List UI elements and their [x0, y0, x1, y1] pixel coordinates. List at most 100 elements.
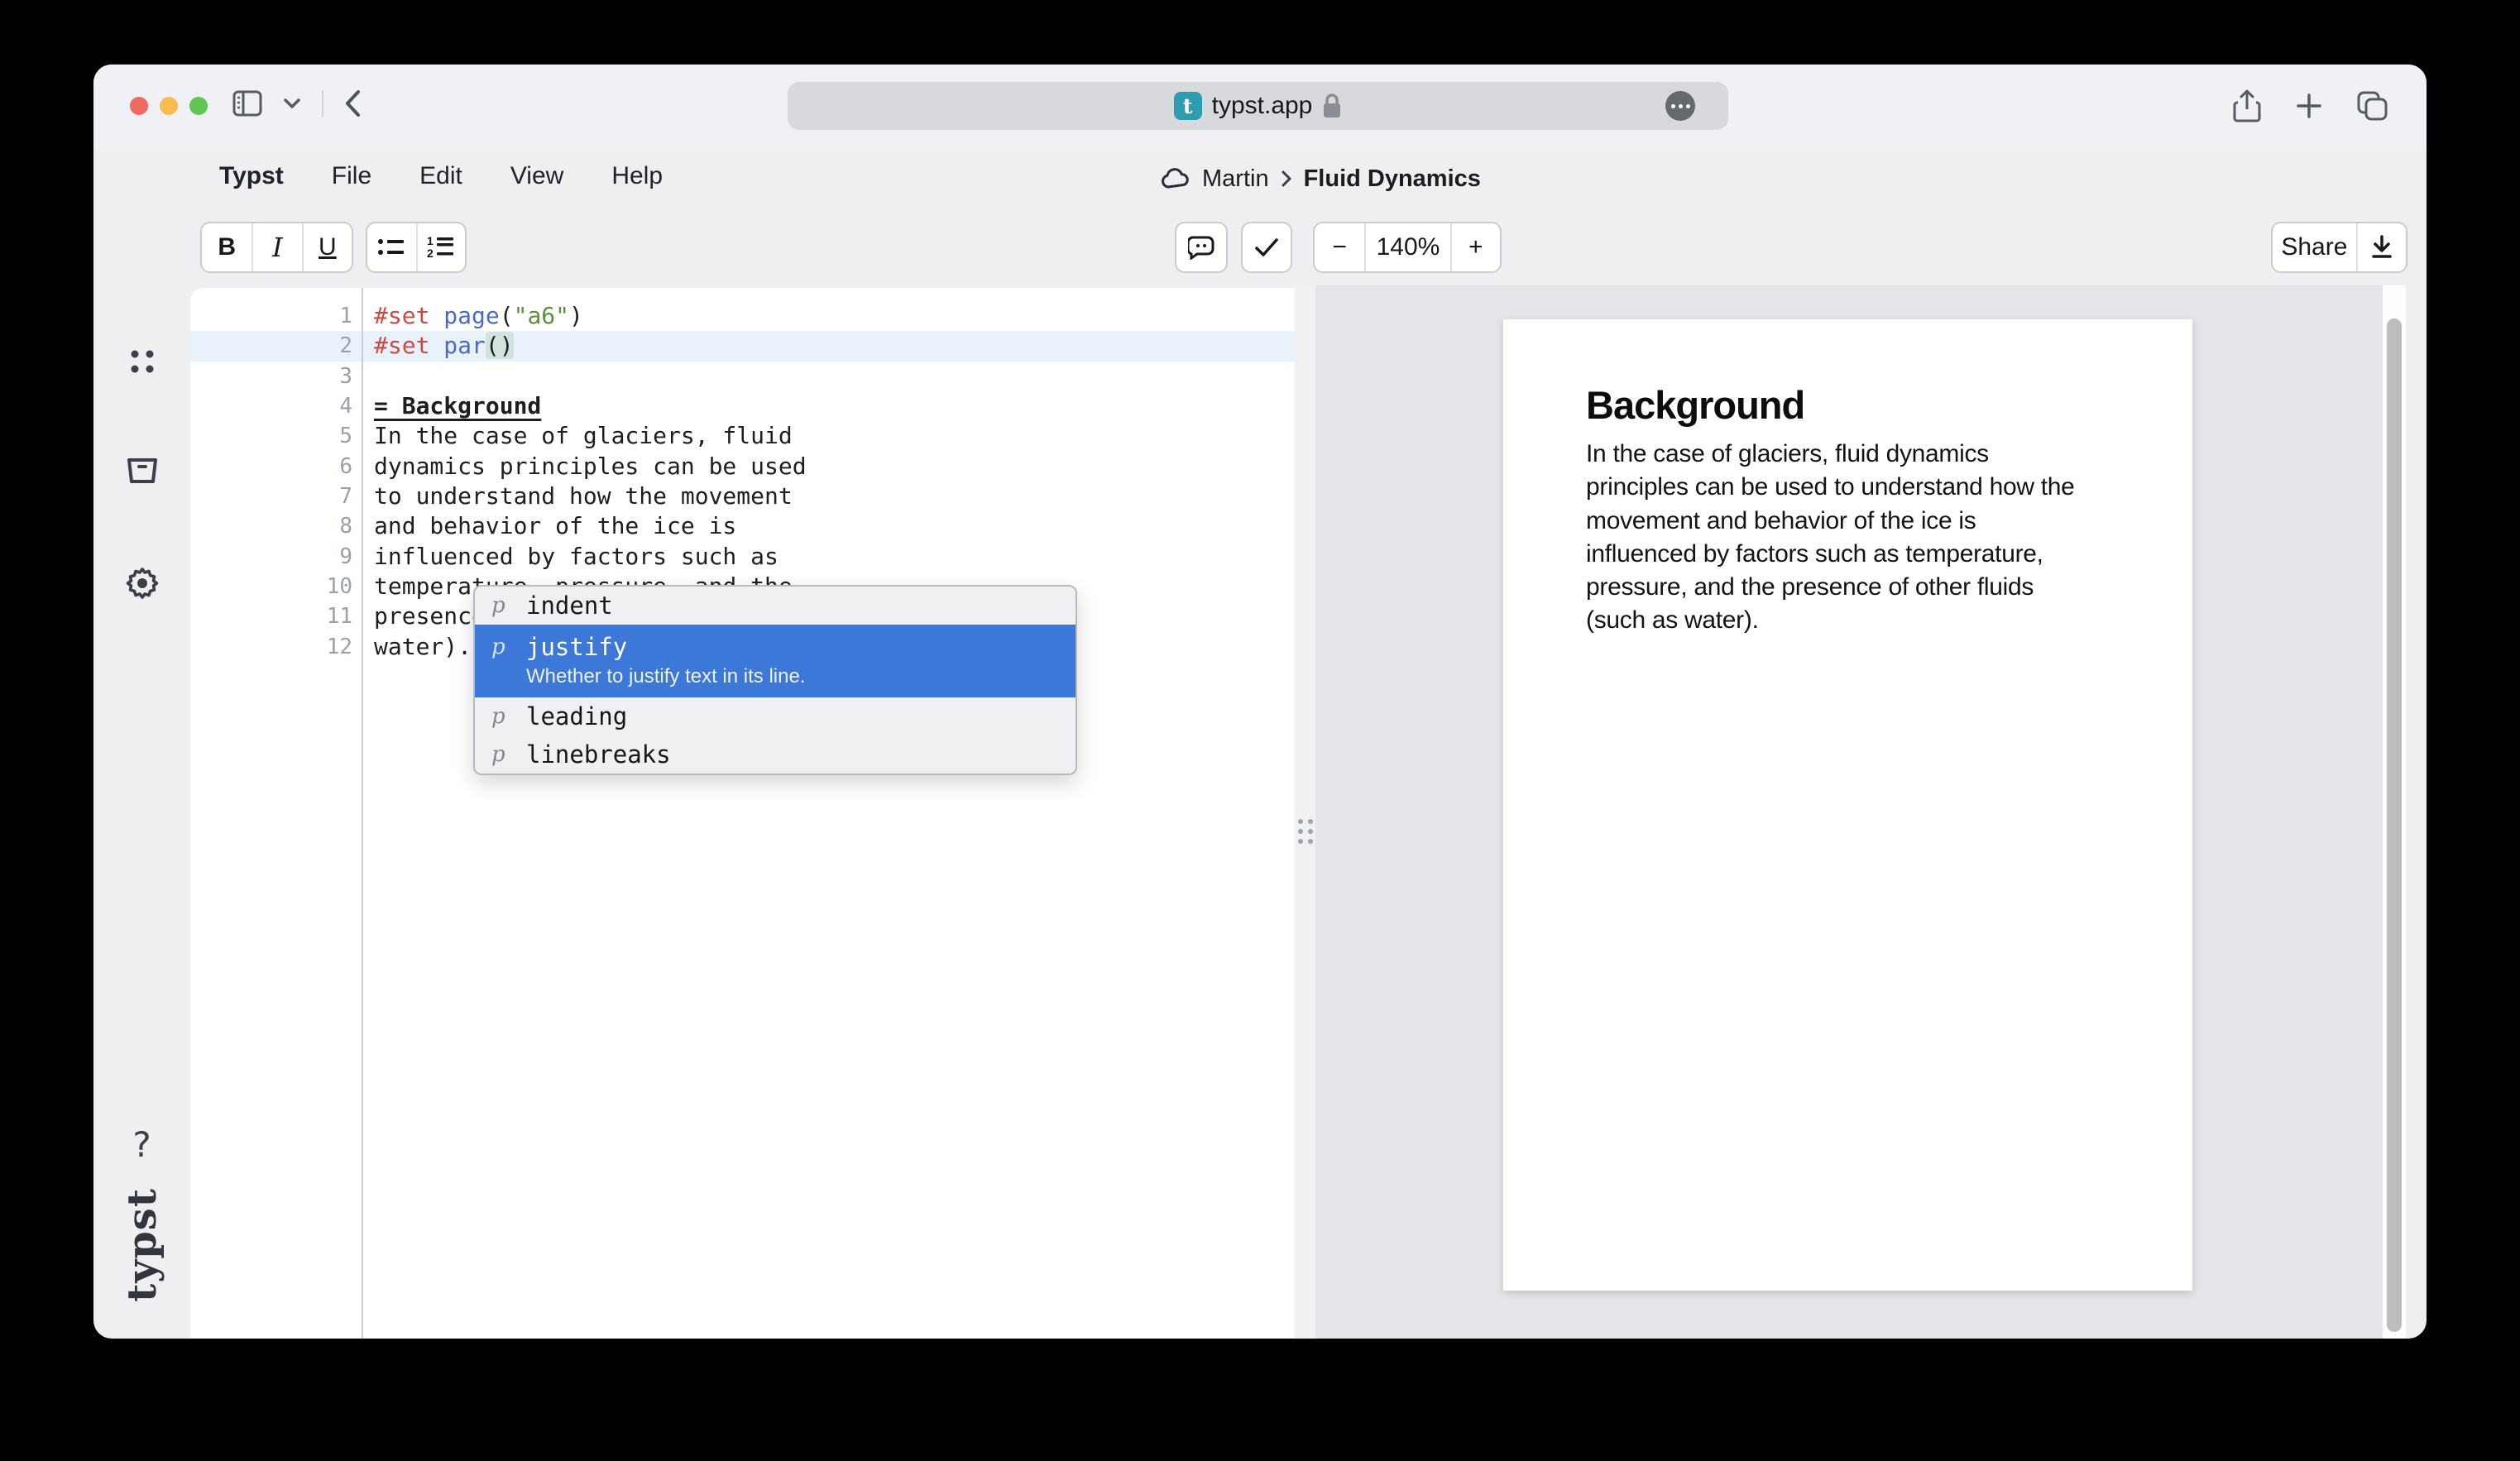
preview-scrollbar: [2383, 285, 2406, 1339]
zoom-group: − 140% +: [1313, 222, 1502, 273]
tab-overview-icon[interactable]: [2357, 91, 2388, 121]
share-page-icon[interactable]: [2233, 89, 2261, 122]
autocomplete-item-leading[interactable]: pleading: [475, 697, 1076, 735]
menu-item-edit[interactable]: Edit: [419, 162, 462, 190]
line-number: 7: [190, 481, 352, 511]
underline-button[interactable]: U: [302, 223, 352, 271]
typst-logo: typst: [119, 1188, 165, 1302]
menu-item-file[interactable]: File: [332, 162, 371, 190]
code-line-1[interactable]: #set page("a6"): [374, 301, 834, 331]
bullet-list-icon: [377, 237, 405, 258]
numbered-list-icon: 12: [427, 236, 455, 259]
back-icon[interactable]: [343, 89, 362, 117]
code-line-5[interactable]: In the case of glaciers, fluid: [374, 421, 834, 451]
line-number: 4: [190, 391, 352, 421]
preview-scrollbar-thumb[interactable]: [2387, 319, 2402, 1332]
zoom-level[interactable]: 140%: [1364, 223, 1449, 271]
page-settings-button[interactable]: [1665, 91, 1695, 121]
line-number: 6: [190, 452, 352, 481]
menu-item-help[interactable]: Help: [611, 162, 663, 190]
browser-window: t typst.app Typst File Edit View Help Martin: [93, 65, 2427, 1339]
menu-item-typst[interactable]: Typst: [219, 162, 284, 190]
italic-button[interactable]: I: [252, 223, 301, 271]
saved-indicator-button[interactable]: [1243, 223, 1291, 271]
code-line-8[interactable]: and behavior of the ice is: [374, 511, 834, 541]
close-window-button[interactable]: [130, 97, 148, 115]
breadcrumb: Martin Fluid Dynamics: [1161, 160, 1481, 197]
saved-group: [1241, 222, 1292, 273]
checkmark-icon: [1254, 237, 1279, 257]
code-line-9[interactable]: influenced by factors such as: [374, 542, 834, 572]
code-line-2[interactable]: #set par(): [374, 331, 834, 361]
parameter-icon: p: [491, 739, 526, 770]
zoom-window-button[interactable]: [189, 97, 208, 115]
breadcrumb-workspace[interactable]: Martin: [1202, 165, 1269, 193]
settings-gear-icon[interactable]: [117, 558, 167, 608]
bullet-list-button[interactable]: [367, 223, 416, 271]
autocomplete-label: leading: [526, 701, 627, 732]
browser-toolbar: t typst.app: [93, 65, 2427, 147]
line-number: 12: [190, 632, 352, 662]
numbered-list-button[interactable]: 12: [416, 223, 465, 271]
files-tray-icon[interactable]: [117, 446, 167, 496]
pane-divider[interactable]: [1295, 285, 1315, 1339]
dashboard-grid-icon[interactable]: [117, 337, 167, 386]
share-button[interactable]: Share: [2273, 223, 2356, 271]
autocomplete-description: Whether to justify text in its line.: [526, 664, 805, 689]
lock-icon: [1322, 93, 1342, 119]
breadcrumb-document-title[interactable]: Fluid Dynamics: [1304, 165, 1481, 193]
code-line-7[interactable]: to understand how the movement: [374, 481, 834, 511]
autocomplete-item-justify[interactable]: pjustifyWhether to justify text in its l…: [475, 625, 1076, 697]
autocomplete-popup: pindentpjustifyWhether to justify text i…: [473, 585, 1077, 775]
breadcrumb-chevron-icon: [1281, 170, 1292, 188]
help-button[interactable]: ?: [132, 1124, 151, 1165]
preview-paragraph: In the case of glaciers, fluid dynamics …: [1586, 438, 2118, 638]
zoom-in-button[interactable]: +: [1450, 223, 1500, 271]
url-text: typst.app: [1212, 92, 1313, 120]
autocomplete-item-indent[interactable]: pindent: [475, 587, 1076, 625]
sidebar-dropdown-chevron-icon[interactable]: [282, 97, 302, 110]
download-button[interactable]: [2356, 223, 2406, 271]
code-line-3[interactable]: [374, 362, 834, 391]
parameter-icon: p: [491, 631, 526, 663]
autocomplete-label: justify: [526, 631, 805, 663]
line-number: 10: [190, 572, 352, 601]
line-number: 8: [190, 511, 352, 541]
list-style-group: 12: [366, 222, 467, 273]
minimize-window-button[interactable]: [160, 97, 178, 115]
bold-button[interactable]: B: [202, 223, 252, 271]
app-sidebar: ? typst: [93, 285, 190, 1339]
sidebar-toggle-icon[interactable]: [232, 90, 262, 117]
text-style-group: B I U: [200, 222, 353, 273]
comments-group: [1175, 222, 1228, 273]
code-line-6[interactable]: dynamics principles can be used: [374, 452, 834, 481]
line-number: 2: [190, 331, 352, 361]
autocomplete-label: indent: [526, 590, 613, 621]
gutter-divider: [362, 288, 363, 1339]
svg-text:1: 1: [427, 236, 434, 247]
divider: [322, 90, 323, 117]
autocomplete-item-linebreaks[interactable]: plinebreaks: [475, 735, 1076, 774]
preview-page: Background In the case of glaciers, flui…: [1503, 319, 2192, 1291]
menu-item-view[interactable]: View: [510, 162, 563, 190]
svg-text:2: 2: [427, 247, 434, 259]
zoom-out-button[interactable]: −: [1315, 223, 1364, 271]
parameter-icon: p: [491, 590, 526, 621]
site-favicon: t: [1174, 92, 1202, 120]
comments-button[interactable]: [1176, 223, 1226, 271]
autocomplete-label: linebreaks: [526, 739, 671, 770]
code-line-4[interactable]: = Background: [374, 391, 834, 421]
address-bar[interactable]: t typst.app: [788, 82, 1728, 130]
document-preview-pane: Background In the case of glaciers, flui…: [1315, 285, 2383, 1339]
window-controls: [130, 97, 208, 115]
line-number-gutter: 123456789101112: [190, 301, 352, 662]
line-number: 11: [190, 601, 352, 631]
new-tab-icon[interactable]: [2296, 93, 2322, 119]
comment-bubble-icon: [1188, 235, 1214, 260]
line-number: 3: [190, 362, 352, 391]
code-editor[interactable]: 123456789101112 #set page("a6")#set par(…: [190, 288, 1295, 1339]
line-number: 9: [190, 542, 352, 572]
line-number: 1: [190, 301, 352, 331]
drag-handle-icon[interactable]: [1298, 819, 1313, 844]
parameter-icon: p: [491, 701, 526, 732]
